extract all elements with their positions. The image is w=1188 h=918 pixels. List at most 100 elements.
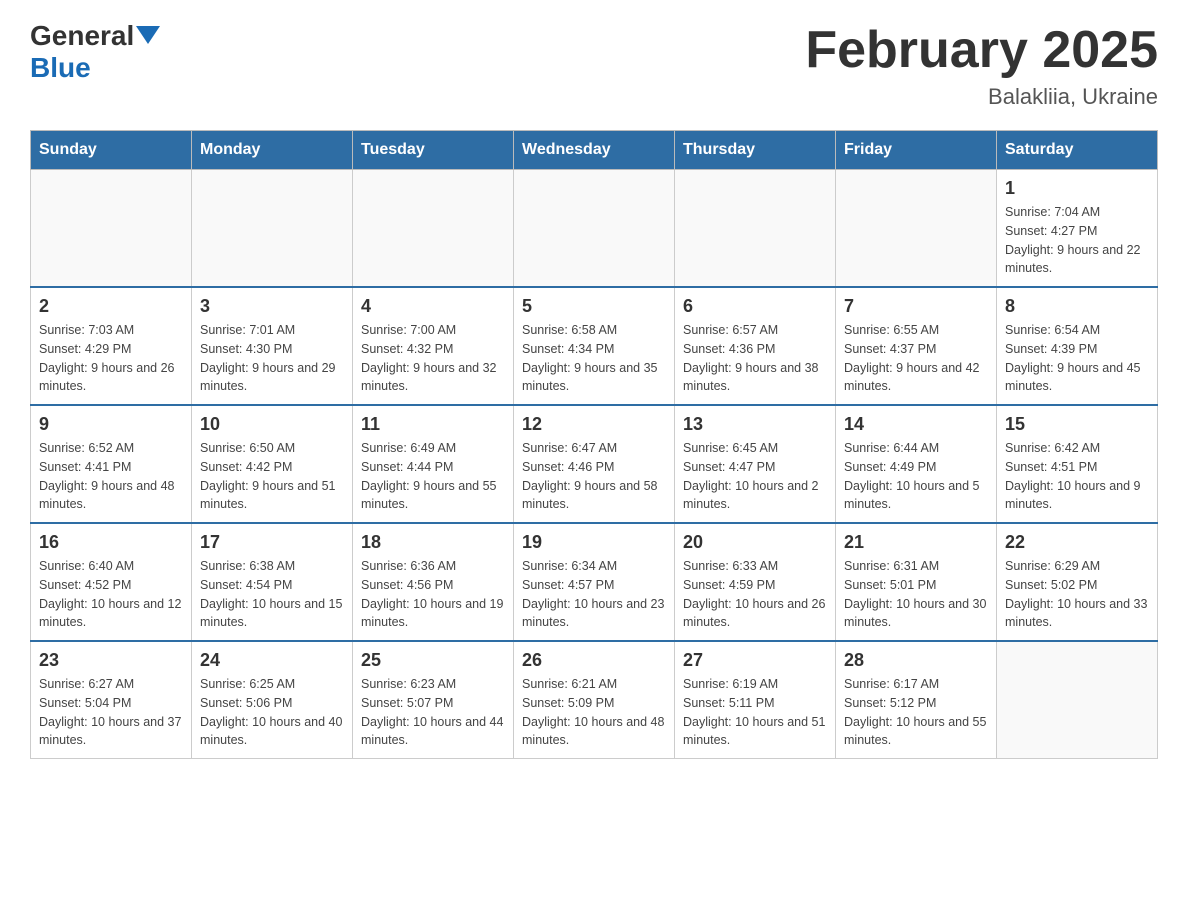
calendar-day-cell	[353, 170, 514, 288]
day-info: Sunrise: 6:50 AMSunset: 4:42 PMDaylight:…	[200, 439, 344, 514]
day-info: Sunrise: 6:23 AMSunset: 5:07 PMDaylight:…	[361, 675, 505, 750]
page-header: General Blue February 2025 Balakliia, Uk…	[30, 20, 1158, 110]
day-number: 9	[39, 414, 183, 435]
calendar-table: Sunday Monday Tuesday Wednesday Thursday…	[30, 130, 1158, 759]
calendar-day-cell: 14 Sunrise: 6:44 AMSunset: 4:49 PMDayligh…	[836, 405, 997, 523]
day-number: 16	[39, 532, 183, 553]
day-info: Sunrise: 7:03 AMSunset: 4:29 PMDaylight:…	[39, 321, 183, 396]
calendar-day-cell: 3 Sunrise: 7:01 AMSunset: 4:30 PMDaylight…	[192, 287, 353, 405]
day-info: Sunrise: 6:34 AMSunset: 4:57 PMDaylight:…	[522, 557, 666, 632]
logo-general-text: General	[30, 20, 134, 52]
calendar-day-cell: 22 Sunrise: 6:29 AMSunset: 5:02 PMDayligh…	[997, 523, 1158, 641]
day-info: Sunrise: 7:00 AMSunset: 4:32 PMDaylight:…	[361, 321, 505, 396]
calendar-day-cell: 15 Sunrise: 6:42 AMSunset: 4:51 PMDayligh…	[997, 405, 1158, 523]
calendar-day-cell: 6Sunrise: 6:57 AMSunset: 4:36 PMDaylight…	[675, 287, 836, 405]
calendar-day-cell: 8 Sunrise: 6:54 AMSunset: 4:39 PMDaylight…	[997, 287, 1158, 405]
day-number: 28	[844, 650, 988, 671]
day-number: 19	[522, 532, 666, 553]
day-info: Sunrise: 6:58 AMSunset: 4:34 PMDaylight:…	[522, 321, 666, 396]
day-info: Sunrise: 6:29 AMSunset: 5:02 PMDaylight:…	[1005, 557, 1149, 632]
logo-arrow-icon	[136, 26, 160, 44]
calendar-day-cell: 21 Sunrise: 6:31 AMSunset: 5:01 PMDayligh…	[836, 523, 997, 641]
calendar-week-row: 1 Sunrise: 7:04 AMSunset: 4:27 PMDaylight…	[31, 170, 1158, 288]
day-info: Sunrise: 6:45 AMSunset: 4:47 PMDaylight:…	[683, 439, 827, 514]
day-info: Sunrise: 6:17 AMSunset: 5:12 PMDaylight:…	[844, 675, 988, 750]
day-info: Sunrise: 6:52 AMSunset: 4:41 PMDaylight:…	[39, 439, 183, 514]
day-number: 14	[844, 414, 988, 435]
day-number: 23	[39, 650, 183, 671]
header-friday: Friday	[836, 131, 997, 170]
day-number: 25	[361, 650, 505, 671]
calendar-day-cell: 28 Sunrise: 6:17 AMSunset: 5:12 PMDayligh…	[836, 641, 997, 759]
header-wednesday: Wednesday	[514, 131, 675, 170]
day-info: Sunrise: 6:31 AMSunset: 5:01 PMDaylight:…	[844, 557, 988, 632]
weekday-header-row: Sunday Monday Tuesday Wednesday Thursday…	[31, 131, 1158, 170]
calendar-day-cell: 19 Sunrise: 6:34 AMSunset: 4:57 PMDayligh…	[514, 523, 675, 641]
header-tuesday: Tuesday	[353, 131, 514, 170]
day-info: Sunrise: 6:40 AMSunset: 4:52 PMDaylight:…	[39, 557, 183, 632]
day-info: Sunrise: 6:54 AMSunset: 4:39 PMDaylight:…	[1005, 321, 1149, 396]
calendar-week-row: 2 Sunrise: 7:03 AMSunset: 4:29 PMDaylight…	[31, 287, 1158, 405]
day-info: Sunrise: 6:44 AMSunset: 4:49 PMDaylight:…	[844, 439, 988, 514]
day-info: Sunrise: 6:21 AMSunset: 5:09 PMDaylight:…	[522, 675, 666, 750]
calendar-day-cell	[31, 170, 192, 288]
calendar-day-cell: 7Sunrise: 6:55 AMSunset: 4:37 PMDaylight…	[836, 287, 997, 405]
calendar-day-cell: 4 Sunrise: 7:00 AMSunset: 4:32 PMDaylight…	[353, 287, 514, 405]
day-number: 20	[683, 532, 827, 553]
calendar-day-cell: 2 Sunrise: 7:03 AMSunset: 4:29 PMDaylight…	[31, 287, 192, 405]
day-info: Sunrise: 7:01 AMSunset: 4:30 PMDaylight:…	[200, 321, 344, 396]
calendar-day-cell: 12 Sunrise: 6:47 AMSunset: 4:46 PMDayligh…	[514, 405, 675, 523]
day-info: Sunrise: 6:25 AMSunset: 5:06 PMDaylight:…	[200, 675, 344, 750]
day-number: 11	[361, 414, 505, 435]
day-info: Sunrise: 7:04 AMSunset: 4:27 PMDaylight:…	[1005, 203, 1149, 278]
calendar-day-cell	[514, 170, 675, 288]
calendar-title-block: February 2025 Balakliia, Ukraine	[805, 20, 1158, 110]
logo-blue-text: Blue	[30, 52, 160, 84]
day-number: 4	[361, 296, 505, 317]
day-info: Sunrise: 6:47 AMSunset: 4:46 PMDaylight:…	[522, 439, 666, 514]
calendar-day-cell: 26 Sunrise: 6:21 AMSunset: 5:09 PMDayligh…	[514, 641, 675, 759]
day-number: 8	[1005, 296, 1149, 317]
day-info: Sunrise: 6:36 AMSunset: 4:56 PMDaylight:…	[361, 557, 505, 632]
calendar-day-cell	[192, 170, 353, 288]
day-number: 21	[844, 532, 988, 553]
calendar-day-cell: 16 Sunrise: 6:40 AMSunset: 4:52 PMDayligh…	[31, 523, 192, 641]
day-number: 12	[522, 414, 666, 435]
header-sunday: Sunday	[31, 131, 192, 170]
calendar-week-row: 9 Sunrise: 6:52 AMSunset: 4:41 PMDaylight…	[31, 405, 1158, 523]
calendar-day-cell: 24 Sunrise: 6:25 AMSunset: 5:06 PMDayligh…	[192, 641, 353, 759]
calendar-day-cell	[997, 641, 1158, 759]
calendar-day-cell	[836, 170, 997, 288]
day-info: Sunrise: 6:33 AMSunset: 4:59 PMDaylight:…	[683, 557, 827, 632]
day-info: Sunrise: 6:19 AMSunset: 5:11 PMDaylight:…	[683, 675, 827, 750]
day-number: 17	[200, 532, 344, 553]
day-number: 24	[200, 650, 344, 671]
calendar-day-cell: 1 Sunrise: 7:04 AMSunset: 4:27 PMDaylight…	[997, 170, 1158, 288]
day-number: 3	[200, 296, 344, 317]
day-number: 18	[361, 532, 505, 553]
day-number: 27	[683, 650, 827, 671]
day-info: Sunrise: 6:38 AMSunset: 4:54 PMDaylight:…	[200, 557, 344, 632]
calendar-week-row: 16 Sunrise: 6:40 AMSunset: 4:52 PMDayligh…	[31, 523, 1158, 641]
day-number: 7	[844, 296, 988, 317]
calendar-day-cell: 27 Sunrise: 6:19 AMSunset: 5:11 PMDayligh…	[675, 641, 836, 759]
day-number: 15	[1005, 414, 1149, 435]
day-number: 10	[200, 414, 344, 435]
day-number: 26	[522, 650, 666, 671]
day-info: Sunrise: 6:49 AMSunset: 4:44 PMDaylight:…	[361, 439, 505, 514]
calendar-day-cell: 18 Sunrise: 6:36 AMSunset: 4:56 PMDayligh…	[353, 523, 514, 641]
day-number: 22	[1005, 532, 1149, 553]
calendar-week-row: 23 Sunrise: 6:27 AMSunset: 5:04 PMDayligh…	[31, 641, 1158, 759]
day-number: 1	[1005, 178, 1149, 199]
calendar-day-cell: 9 Sunrise: 6:52 AMSunset: 4:41 PMDaylight…	[31, 405, 192, 523]
day-number: 2	[39, 296, 183, 317]
calendar-day-cell: 23 Sunrise: 6:27 AMSunset: 5:04 PMDayligh…	[31, 641, 192, 759]
day-info: Sunrise: 6:27 AMSunset: 5:04 PMDaylight:…	[39, 675, 183, 750]
calendar-day-cell: 17 Sunrise: 6:38 AMSunset: 4:54 PMDayligh…	[192, 523, 353, 641]
calendar-day-cell: 13 Sunrise: 6:45 AMSunset: 4:47 PMDayligh…	[675, 405, 836, 523]
logo: General Blue	[30, 20, 160, 84]
day-number: 13	[683, 414, 827, 435]
calendar-day-cell: 25 Sunrise: 6:23 AMSunset: 5:07 PMDayligh…	[353, 641, 514, 759]
day-info: Sunrise: 6:42 AMSunset: 4:51 PMDaylight:…	[1005, 439, 1149, 514]
calendar-day-cell: 5Sunrise: 6:58 AMSunset: 4:34 PMDaylight…	[514, 287, 675, 405]
